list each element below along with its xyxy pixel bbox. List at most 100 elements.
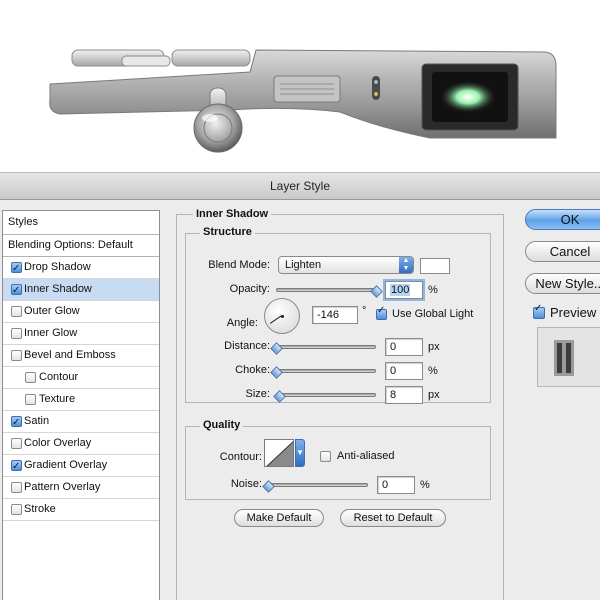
style-item-checkbox[interactable] [11, 350, 22, 361]
style-item-checkbox[interactable] [11, 306, 22, 317]
style-preview-thumbnail [537, 327, 600, 387]
size-unit: px [428, 389, 440, 401]
angle-dial[interactable] [264, 298, 300, 334]
style-item-checkbox[interactable] [25, 372, 36, 383]
style-item-checkbox[interactable] [11, 482, 22, 493]
panel-title: Inner Shadow [193, 208, 272, 220]
size-label: Size: [245, 388, 270, 400]
anti-aliased-checkbox[interactable] [320, 451, 331, 462]
style-item-label: Outer Glow [24, 305, 80, 317]
style-item-label: Bevel and Emboss [24, 349, 116, 361]
quality-title: Quality [200, 419, 244, 431]
anti-aliased-label[interactable]: Anti-aliased [337, 450, 394, 462]
blend-mode-select[interactable]: Lighten ▲ ▼ [278, 256, 414, 274]
style-item-label: Color Overlay [24, 437, 92, 449]
style-item-label: Contour [39, 371, 79, 383]
distance-slider[interactable] [276, 345, 376, 349]
opacity-value: 100 [390, 284, 411, 296]
viewfinder-glow [440, 81, 496, 113]
lever-knob [193, 103, 243, 153]
cancel-button[interactable]: Cancel [525, 241, 600, 262]
document-canvas [0, 0, 600, 172]
style-item-label: Pattern Overlay [24, 481, 101, 493]
shadow-color-swatch[interactable] [420, 258, 450, 274]
style-item-label: Texture [39, 393, 76, 405]
top-dial-right [171, 49, 251, 67]
style-item-color-overlay[interactable]: Color Overlay [3, 433, 159, 455]
preview-checkbox[interactable] [533, 303, 545, 319]
ok-button[interactable]: OK [525, 209, 600, 230]
blend-mode-label: Blend Mode: [208, 259, 270, 271]
preview-label[interactable]: Preview [550, 305, 596, 320]
angle-center-dot [281, 315, 284, 318]
style-item-gradient-overlay[interactable]: Gradient Overlay [3, 455, 159, 477]
style-item-label: Inner Glow [24, 327, 78, 339]
styles-list-header[interactable]: Styles [3, 211, 159, 235]
style-item-label: Drop Shadow [24, 261, 91, 273]
opacity-slider[interactable] [276, 288, 376, 292]
inner-shadow-panel: Inner Shadow Structure Blend Mode: Light… [176, 208, 504, 600]
style-item-outer-glow[interactable]: Outer Glow [3, 301, 159, 323]
opacity-unit: % [428, 284, 438, 296]
style-item-inner-glow[interactable]: Inner Glow [3, 323, 159, 345]
choke-input[interactable]: 0 [385, 362, 423, 380]
contour-dropdown-icon[interactable]: ▼ [295, 439, 305, 467]
select-arrows-icon: ▲ ▼ [399, 257, 413, 273]
style-item-checkbox[interactable] [11, 412, 22, 433]
quality-group: Quality Contour: ▼ Anti-aliased Noise: 0… [185, 419, 491, 500]
noise-unit: % [420, 479, 430, 491]
noise-label: Noise: [230, 478, 262, 490]
angle-label: Angle: [226, 317, 258, 329]
dialog-title: Layer Style [269, 179, 331, 193]
size-input[interactable]: 8 [385, 386, 423, 404]
style-item-checkbox[interactable] [11, 258, 22, 279]
noise-input[interactable]: 0 [377, 476, 415, 494]
blending-options-item[interactable]: Blending Options: Default [3, 235, 159, 257]
opacity-input[interactable]: 100 [385, 281, 423, 299]
angle-unit: ° [362, 305, 367, 317]
choke-slider[interactable] [276, 369, 376, 373]
distance-input[interactable]: 0 [385, 338, 423, 356]
style-item-checkbox[interactable] [11, 328, 22, 339]
style-item-satin[interactable]: Satin [3, 411, 159, 433]
indicator-light [372, 76, 380, 100]
style-item-checkbox[interactable] [11, 438, 22, 449]
use-global-light-checkbox[interactable] [376, 305, 387, 320]
layer-style-dialog: Layer Style Styles Blending Options: Def… [0, 172, 600, 600]
choke-label: Choke: [235, 364, 270, 376]
structure-title: Structure [200, 226, 255, 238]
style-item-label: Inner Shadow [24, 283, 92, 295]
style-item-inner-shadow[interactable]: Inner Shadow [3, 279, 159, 301]
style-item-contour[interactable]: Contour [3, 367, 159, 389]
size-slider[interactable] [276, 393, 376, 397]
opacity-label: Opacity: [229, 283, 270, 295]
contour-label: Contour: [219, 451, 262, 463]
contour-curve-icon [266, 441, 293, 466]
style-item-drop-shadow[interactable]: Drop Shadow [3, 257, 159, 279]
structure-group: Structure Blend Mode: Lighten ▲ ▼ Opacity… [185, 226, 491, 404]
style-item-checkbox[interactable] [25, 394, 36, 405]
use-global-light-label[interactable]: Use Global Light [392, 308, 473, 320]
style-item-checkbox[interactable] [11, 504, 22, 515]
style-item-checkbox[interactable] [11, 280, 22, 301]
new-style-button[interactable]: New Style... [525, 273, 600, 294]
choke-unit: % [428, 365, 438, 377]
distance-unit: px [428, 341, 440, 353]
style-item-bevel-and-emboss[interactable]: Bevel and Emboss [3, 345, 159, 367]
styles-list: Styles Blending Options: Default Drop Sh… [2, 210, 160, 600]
dialog-titlebar[interactable]: Layer Style [0, 172, 600, 200]
style-item-label: Gradient Overlay [24, 459, 108, 471]
style-item-checkbox[interactable] [11, 456, 22, 477]
noise-slider[interactable] [268, 483, 368, 487]
preview-swatch-icon [554, 340, 574, 376]
make-default-button[interactable]: Make Default [234, 509, 324, 527]
style-item-stroke[interactable]: Stroke [3, 499, 159, 521]
style-item-texture[interactable]: Texture [3, 389, 159, 411]
angle-input[interactable]: -146 [312, 306, 358, 324]
camera-artwork [49, 49, 557, 153]
blend-mode-value: Lighten [285, 259, 322, 271]
contour-picker[interactable] [264, 439, 294, 467]
reset-to-default-button[interactable]: Reset to Default [340, 509, 446, 527]
distance-label: Distance: [224, 340, 270, 352]
style-item-pattern-overlay[interactable]: Pattern Overlay [3, 477, 159, 499]
